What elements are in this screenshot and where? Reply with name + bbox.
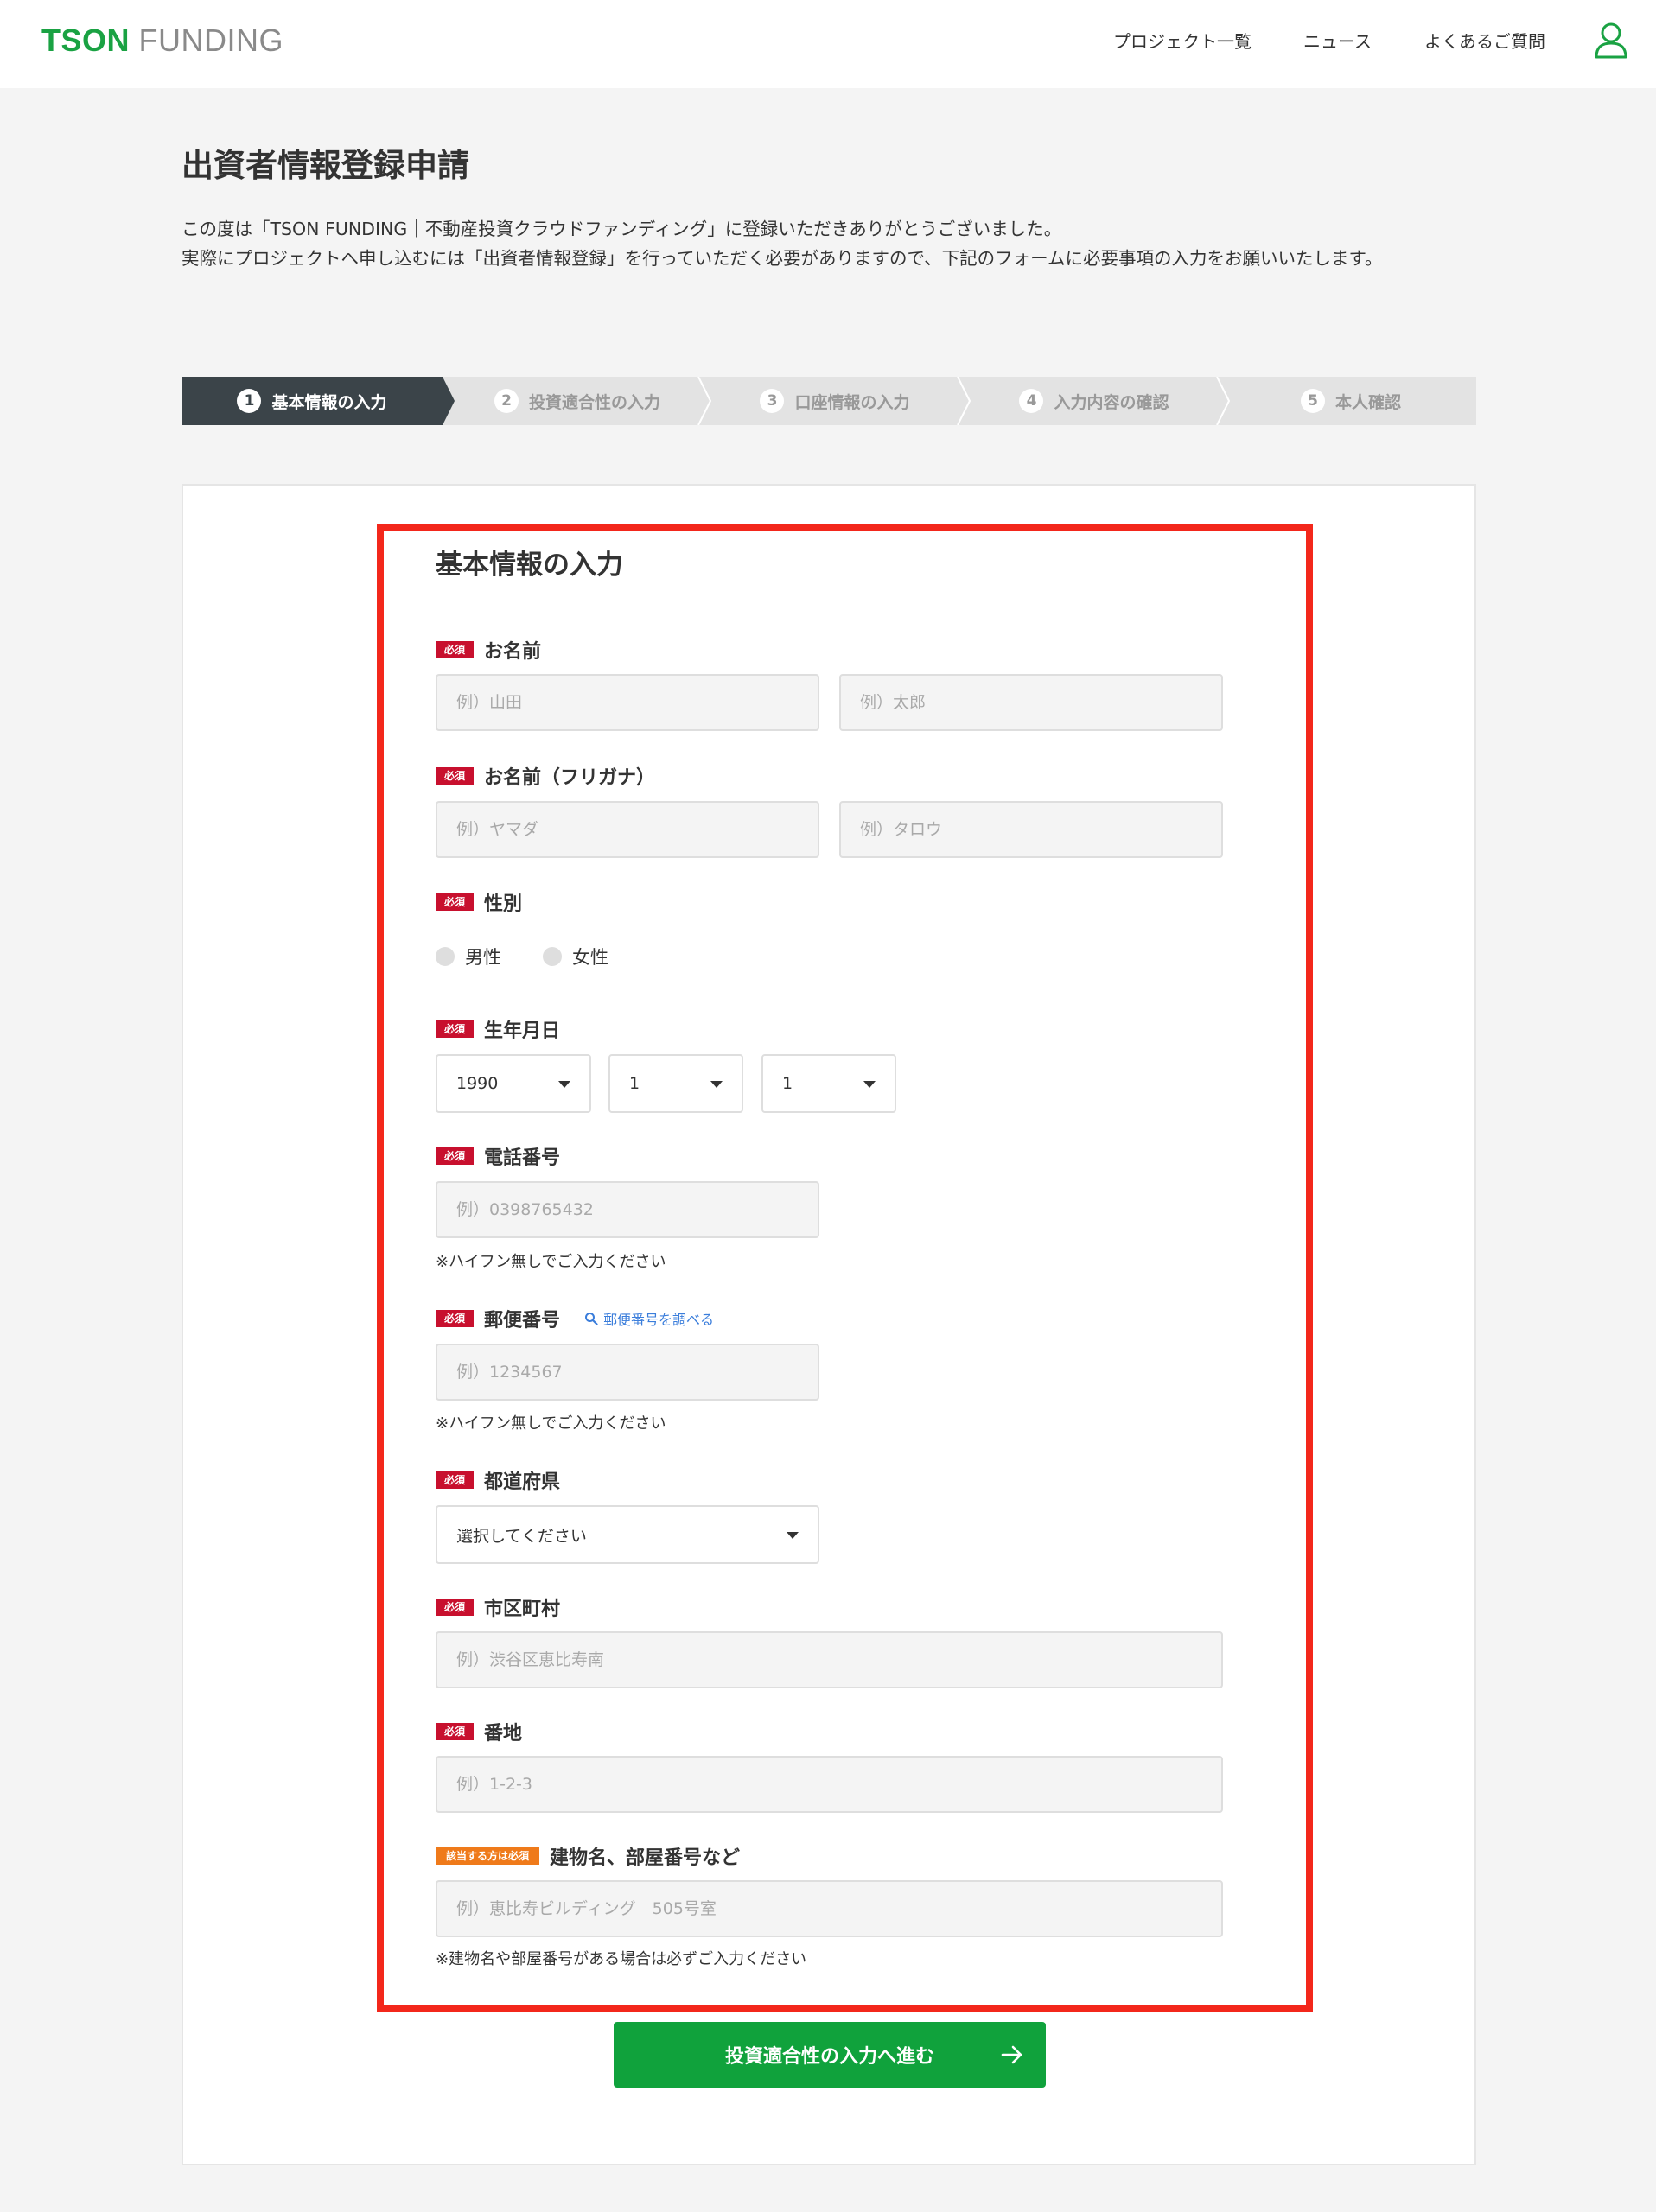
birthday-label-text: 生年月日 xyxy=(484,1020,561,1042)
phone-label-text: 電話番号 xyxy=(484,1147,561,1169)
phone-input[interactable] xyxy=(436,1181,819,1238)
prefecture-label: 必須 都道府県 xyxy=(436,1466,560,1494)
user-icon[interactable] xyxy=(1594,21,1628,59)
kana-label: 必須 お名前（フリガナ） xyxy=(436,762,655,790)
gender-label-text: 性別 xyxy=(484,893,523,915)
intro-line-2: 実際にプロジェクトへ申し込むには「出資者情報登録」を行っていただく必要があります… xyxy=(182,248,1383,269)
birth-year-select[interactable]: 1990 xyxy=(436,1054,591,1113)
site-header: TSON FUNDING プロジェクト一覧 ニュース よくあるご質問 xyxy=(0,0,1656,88)
step-2-label: 投資適合性の入力 xyxy=(528,392,660,412)
first-name-kana-input[interactable] xyxy=(839,801,1223,858)
postal-label: 必須 郵便番号 郵便番号を調べる xyxy=(436,1305,714,1332)
birth-day-select[interactable]: 1 xyxy=(761,1054,896,1113)
step-1-label: 基本情報の入力 xyxy=(271,392,387,412)
required-badge: 必須 xyxy=(436,767,475,785)
step-4: 4 入力内容の確認 xyxy=(966,377,1222,425)
site-logo[interactable]: TSON FUNDING xyxy=(41,22,283,59)
next-step-button[interactable]: 投資適合性の入力へ進む xyxy=(614,2022,1046,2088)
gender-female-label: 女性 xyxy=(572,947,608,968)
postal-note: ※ハイフン無しでご入力ください xyxy=(436,1414,666,1433)
required-badge: 必須 xyxy=(436,1471,475,1489)
city-label: 必須 市区町村 xyxy=(436,1593,560,1621)
building-label-text: 建物名、部屋番号など xyxy=(550,1847,741,1869)
radio-circle[interactable] xyxy=(436,947,455,966)
street-address-input[interactable] xyxy=(436,1756,1223,1813)
last-name-kana-input[interactable] xyxy=(436,801,819,858)
chevron-down-icon xyxy=(787,1532,799,1539)
page-title: 出資者情報登録申請 xyxy=(182,147,469,184)
birthday-label: 必須 生年月日 xyxy=(436,1015,560,1043)
arrow-right-icon xyxy=(1001,2045,1022,2064)
birth-year-value: 1990 xyxy=(456,1074,499,1093)
postal-code-input[interactable] xyxy=(436,1344,819,1401)
step-3-number: 3 xyxy=(760,389,785,413)
required-badge: 必須 xyxy=(436,1310,475,1327)
building-input[interactable] xyxy=(436,1880,1223,1937)
building-label: 該当する方は必須 建物名、部屋番号など xyxy=(436,1842,740,1870)
step-2-number: 2 xyxy=(494,389,519,413)
step-4-number: 4 xyxy=(1019,389,1044,413)
birth-month-select[interactable]: 1 xyxy=(608,1054,743,1113)
birth-month-value: 1 xyxy=(629,1074,640,1093)
postal-lookup-link[interactable]: 郵便番号を調べる xyxy=(584,1308,714,1329)
gender-label: 必須 性別 xyxy=(436,888,522,916)
prefecture-label-text: 都道府県 xyxy=(484,1471,561,1493)
first-name-input[interactable] xyxy=(839,674,1223,731)
prefecture-select[interactable]: 選択してください xyxy=(436,1505,819,1564)
gender-male-label: 男性 xyxy=(465,947,501,968)
step-1-number: 1 xyxy=(237,389,262,413)
building-note: ※建物名や部屋番号がある場合は必ずご入力ください xyxy=(436,1950,807,1968)
kana-label-text: お名前（フリガナ） xyxy=(484,767,656,789)
address-label-text: 番地 xyxy=(484,1723,523,1745)
birth-day-value: 1 xyxy=(782,1074,793,1093)
phone-note: ※ハイフン無しでご入力ください xyxy=(436,1253,666,1271)
section-title: 基本情報の入力 xyxy=(436,550,623,581)
required-badge: 必須 xyxy=(436,893,475,911)
gender-radio-group: 男性 女性 xyxy=(436,944,650,969)
step-4-label: 入力内容の確認 xyxy=(1054,392,1169,412)
chevron-down-icon xyxy=(863,1081,876,1088)
nav-projects[interactable]: プロジェクト一覧 xyxy=(1113,26,1252,57)
address-label: 必須 番地 xyxy=(436,1718,522,1745)
chevron-down-icon xyxy=(558,1081,570,1088)
progress-stepper: 1 基本情報の入力 2 投資適合性の入力 3 口座情報の入力 4 入力内容の確認… xyxy=(182,377,1476,425)
city-label-text: 市区町村 xyxy=(484,1599,561,1620)
step-2: 2 投資適合性の入力 xyxy=(451,377,704,425)
last-name-input[interactable] xyxy=(436,674,819,731)
step-5: 5 本人確認 xyxy=(1226,377,1476,425)
search-icon xyxy=(585,1313,598,1325)
required-badge: 必須 xyxy=(436,1723,475,1740)
step-5-label: 本人確認 xyxy=(1334,392,1401,412)
phone-label: 必須 電話番号 xyxy=(436,1142,560,1170)
required-badge: 必須 xyxy=(436,641,475,658)
step-5-number: 5 xyxy=(1300,389,1325,413)
postal-lookup-text: 郵便番号を調べる xyxy=(603,1312,715,1328)
postal-label-text: 郵便番号 xyxy=(484,1310,561,1332)
gender-male-radio[interactable]: 男性 xyxy=(436,944,501,969)
intro-text: この度は「TSON FUNDING｜不動産投資クラウドファンディング」に登録いた… xyxy=(182,214,1461,273)
radio-circle[interactable] xyxy=(543,947,562,966)
logo-brand: TSON xyxy=(41,22,131,58)
gender-female-radio[interactable]: 女性 xyxy=(543,944,608,969)
required-badge: 必須 xyxy=(436,1599,475,1616)
required-badge: 必須 xyxy=(436,1020,475,1038)
next-step-label: 投資適合性の入力へ進む xyxy=(724,2046,934,2068)
conditional-required-badge: 該当する方は必須 xyxy=(436,1847,540,1865)
city-input[interactable] xyxy=(436,1631,1223,1688)
step-3-label: 口座情報の入力 xyxy=(794,392,910,412)
required-badge: 必須 xyxy=(436,1147,475,1165)
name-label-text: お名前 xyxy=(484,641,542,663)
logo-rest: FUNDING xyxy=(138,22,284,58)
intro-line-1: この度は「TSON FUNDING｜不動産投資クラウドファンディング」に登録いた… xyxy=(182,219,1062,239)
nav-faq[interactable]: よくあるご質問 xyxy=(1424,26,1545,57)
chevron-down-icon xyxy=(710,1081,723,1088)
prefecture-value: 選択してください xyxy=(456,1526,587,1546)
name-label: 必須 お名前 xyxy=(436,636,541,664)
step-3: 3 口座情報の入力 xyxy=(707,377,963,425)
step-1: 1 基本情報の入力 xyxy=(182,377,443,425)
nav-news[interactable]: ニュース xyxy=(1303,26,1372,57)
